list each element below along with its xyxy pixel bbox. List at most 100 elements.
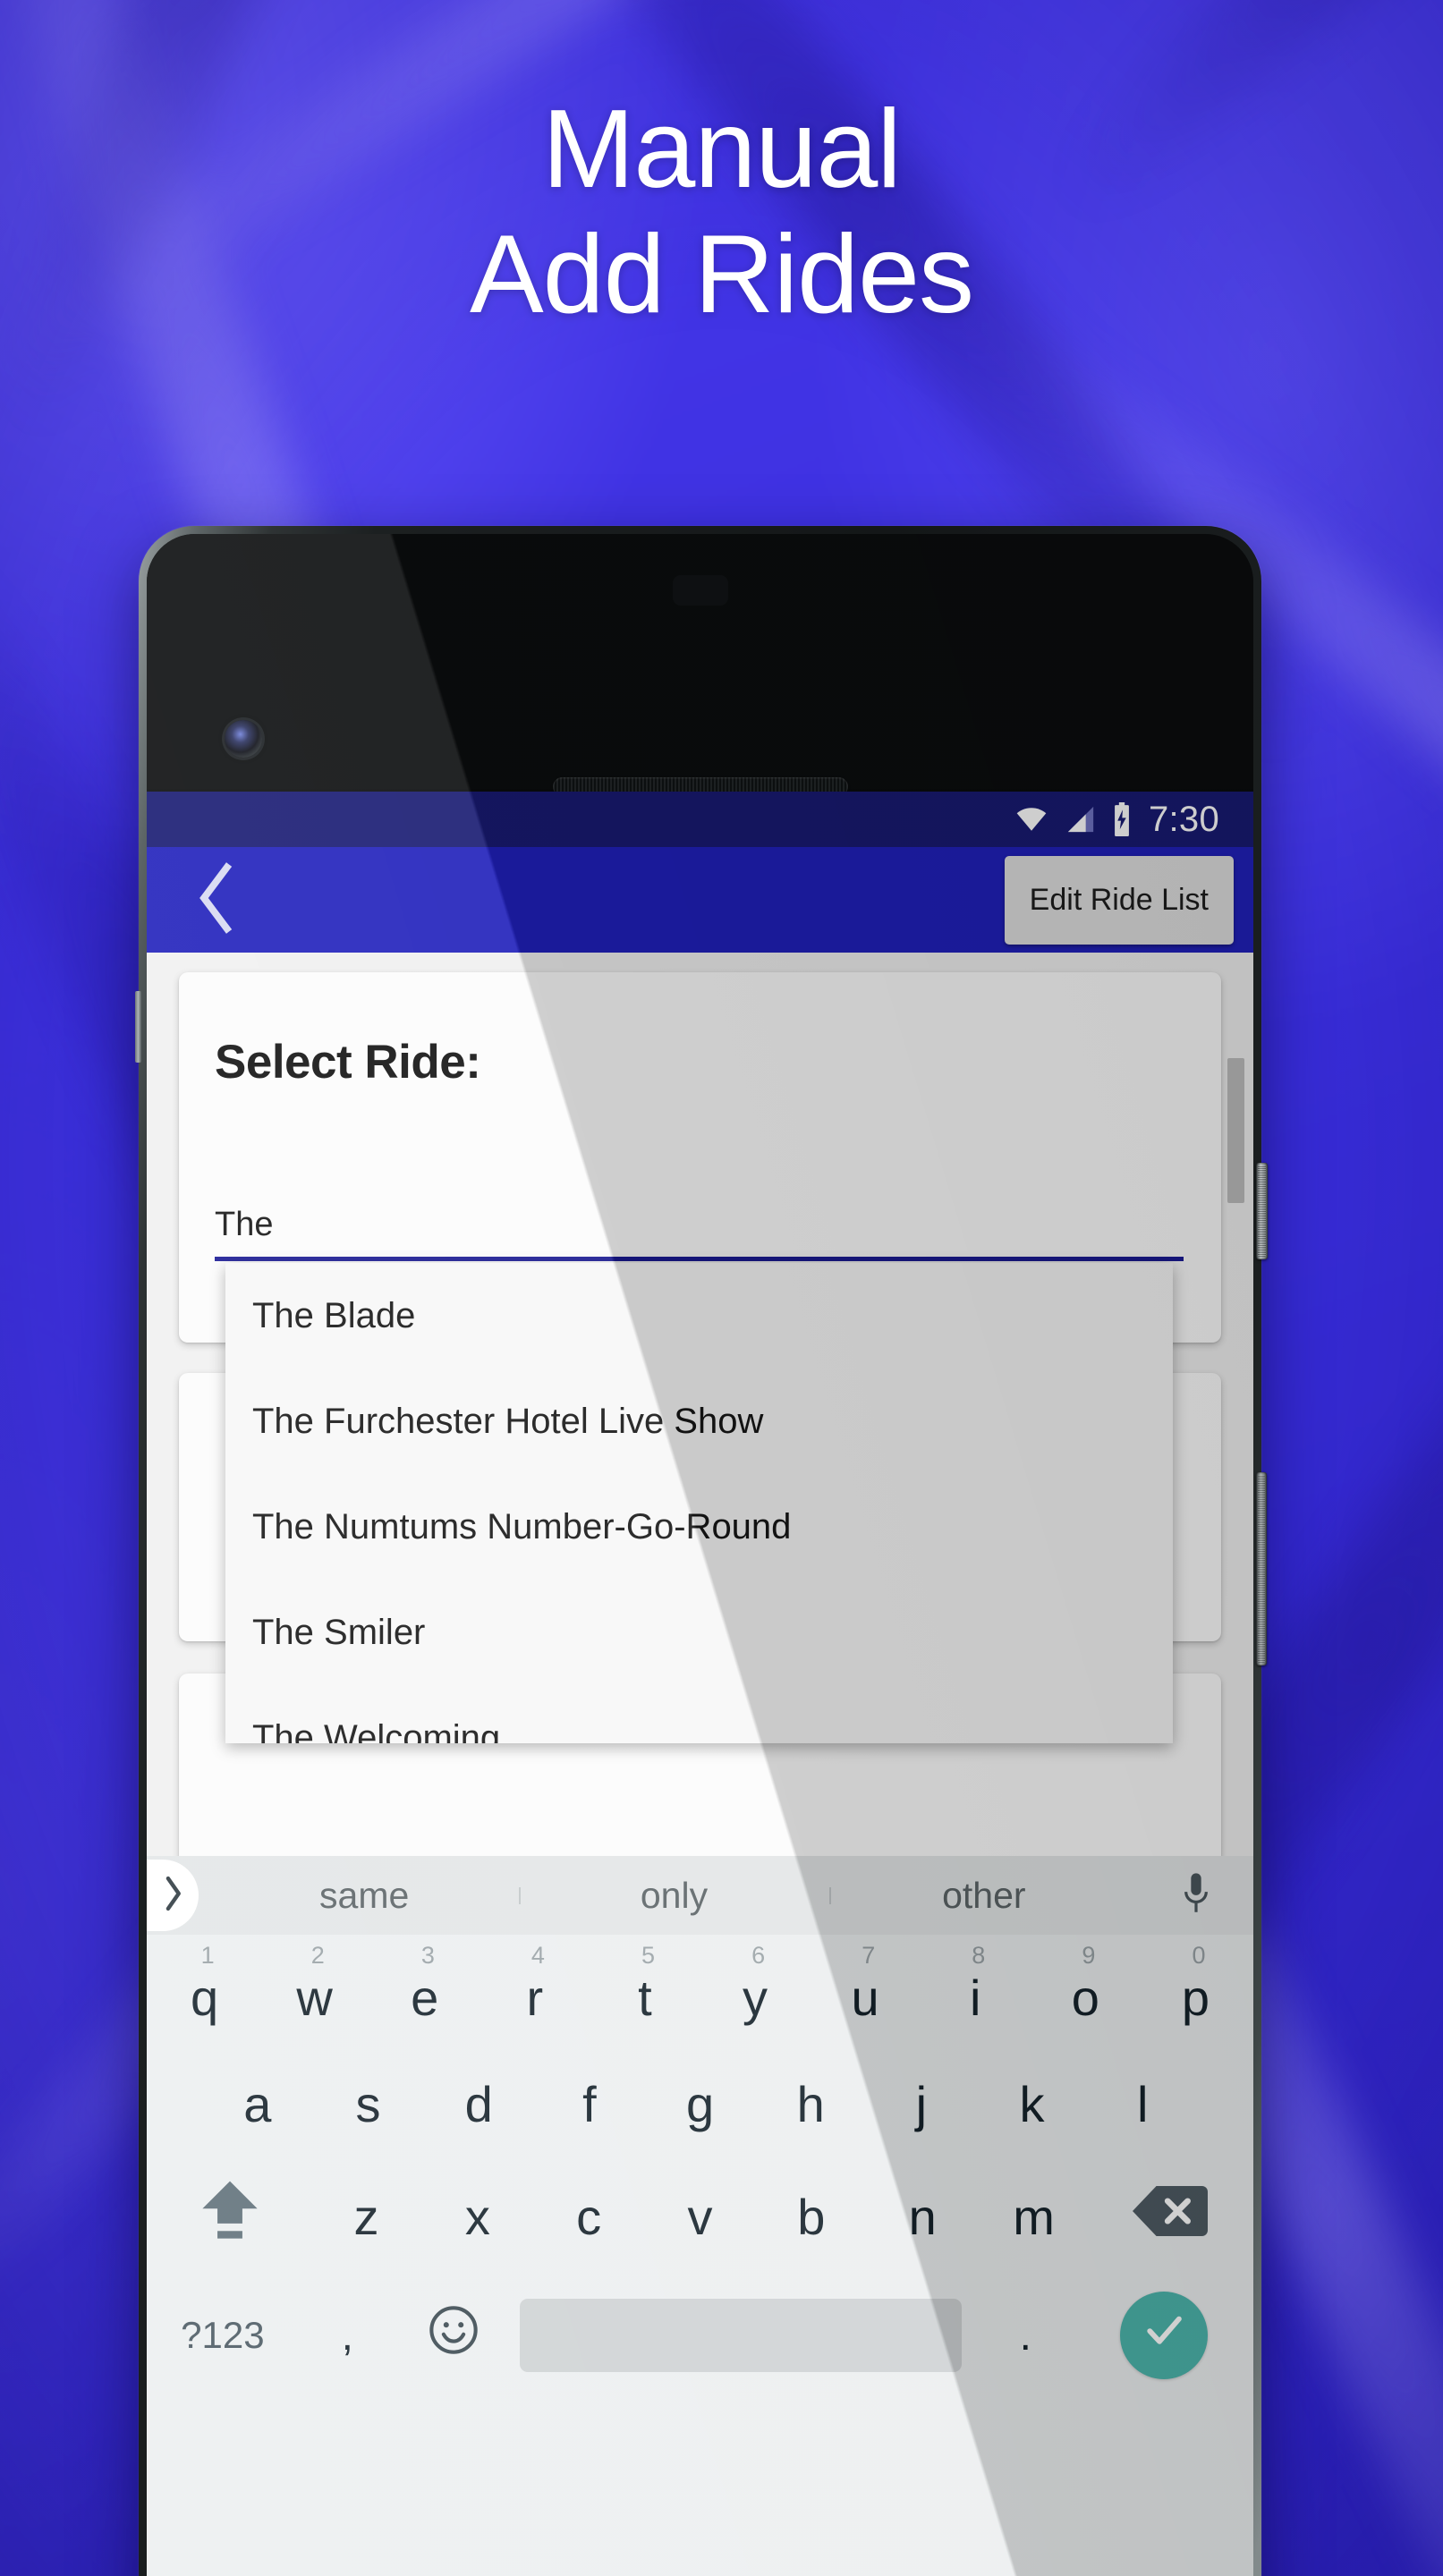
key-h[interactable]: h — [755, 2047, 866, 2160]
key-g[interactable]: g — [645, 2047, 756, 2160]
emoji-smiley-icon — [428, 2304, 480, 2368]
microphone-icon — [1181, 1871, 1211, 1920]
list-item[interactable]: The Welcoming — [225, 1685, 1173, 1744]
key-a-label: a — [243, 2075, 272, 2132]
edit-ride-list-button[interactable]: Edit Ride List — [1004, 855, 1234, 945]
key-l[interactable]: l — [1087, 2047, 1198, 2160]
voice-input-button[interactable] — [1139, 1871, 1253, 1920]
suggestion-chip[interactable]: only — [519, 1875, 828, 1917]
app-bar: Edit Ride List — [147, 847, 1253, 953]
key-t-label: t — [638, 1969, 652, 2026]
key-v-label: v — [687, 2188, 713, 2245]
suggestion-bar: same only other — [147, 1856, 1253, 1935]
ride-name-input[interactable]: The — [215, 1206, 1184, 1261]
comma-key[interactable]: , — [296, 2273, 399, 2398]
dropdown-scrollbar[interactable] — [1227, 1058, 1244, 1203]
key-m-label: m — [1013, 2188, 1055, 2245]
key-c-label: c — [576, 2188, 602, 2245]
key-d[interactable]: d — [423, 2047, 534, 2160]
key-p[interactable]: 0p — [1141, 1935, 1251, 2047]
key-l-label: l — [1136, 2075, 1149, 2132]
period-key[interactable]: . — [974, 2273, 1077, 2398]
key-e[interactable]: 3e — [369, 1935, 480, 2047]
suggestion-chip[interactable]: other — [828, 1875, 1139, 1917]
key-y-label: y — [743, 1969, 768, 2026]
chevron-right-icon — [161, 1874, 184, 1918]
key-r[interactable]: 4r — [480, 1935, 590, 2047]
page-title: Manual Add Rides — [0, 94, 1443, 330]
shift-arrow-icon — [197, 2176, 263, 2258]
wifi-icon — [1012, 804, 1051, 835]
key-u-label: u — [851, 1969, 879, 2026]
ride-name-input-value: The — [215, 1206, 274, 1243]
key-t[interactable]: 5t — [590, 1935, 700, 2047]
key-o-number: 9 — [1082, 1942, 1096, 1969]
key-f-label: f — [582, 2075, 597, 2132]
key-y[interactable]: 6y — [700, 1935, 810, 2047]
key-u-number: 7 — [862, 1942, 876, 1969]
enter-key[interactable] — [1077, 2273, 1251, 2398]
cell-signal-icon — [1063, 804, 1099, 835]
shift-key[interactable] — [149, 2160, 310, 2273]
volume-rocker-button[interactable] — [1256, 1472, 1267, 1665]
key-w-label: w — [296, 1969, 333, 2026]
key-f[interactable]: f — [534, 2047, 645, 2160]
on-screen-keyboard: same only other 1 q 2 w 3 e 4 r 5 t 6 y … — [147, 1856, 1253, 2576]
key-k-label: k — [1019, 2075, 1045, 2132]
symbols-key[interactable]: ?123 — [149, 2273, 296, 2398]
list-item[interactable]: The Smiler — [225, 1580, 1173, 1685]
back-button[interactable] — [182, 861, 252, 938]
key-s-label: s — [355, 2075, 381, 2132]
key-b[interactable]: b — [756, 2160, 867, 2273]
key-j[interactable]: j — [866, 2047, 977, 2160]
battery-charging-icon — [1110, 802, 1133, 836]
key-i-label: i — [969, 1969, 981, 2026]
key-x-label: x — [464, 2188, 490, 2245]
key-q-label: q — [190, 1969, 219, 2026]
keyboard-row-4: ?123 , . — [147, 2273, 1253, 2398]
key-o[interactable]: 9o — [1031, 1935, 1141, 2047]
key-c[interactable]: c — [533, 2160, 644, 2273]
key-e-label: e — [411, 1969, 439, 2026]
expand-suggestions-button[interactable] — [147, 1860, 199, 1931]
spacebar-surface — [520, 2299, 962, 2372]
front-camera-icon — [225, 720, 262, 758]
key-w[interactable]: 2w — [259, 1935, 369, 2047]
key-o-label: o — [1071, 1969, 1099, 2026]
space-key[interactable] — [507, 2273, 974, 2398]
key-i-number: 8 — [972, 1942, 986, 1969]
key-a[interactable]: a — [202, 2047, 313, 2160]
list-item[interactable]: The Furchester Hotel Live Show — [225, 1368, 1173, 1474]
phone-left-seam — [135, 991, 141, 1063]
keyboard-row-3: z x c v b n m — [147, 2160, 1253, 2273]
key-z[interactable]: z — [310, 2160, 421, 2273]
keyboard-row-1: 1q 2w 3e 4r 5t 6y 7u 8i 9o 0p — [147, 1935, 1253, 2047]
backspace-key[interactable] — [1090, 2160, 1251, 2273]
phone-glass: 7:30 Edit Ride List Select Ride: The The… — [147, 534, 1253, 2576]
status-bar: 7:30 — [147, 792, 1253, 847]
key-d-label: d — [464, 2075, 493, 2132]
key-y-number: 6 — [751, 1942, 766, 1969]
list-item[interactable]: The Numtums Number-Go-Round — [225, 1474, 1173, 1580]
ride-autocomplete-dropdown[interactable]: The Blade The Furchester Hotel Live Show… — [225, 1263, 1173, 1743]
key-x[interactable]: x — [422, 2160, 533, 2273]
key-k[interactable]: k — [977, 2047, 1088, 2160]
key-s[interactable]: s — [313, 2047, 424, 2160]
key-n[interactable]: n — [867, 2160, 978, 2273]
key-r-number: 4 — [531, 1942, 545, 1969]
key-m[interactable]: m — [978, 2160, 1089, 2273]
key-q-number: 1 — [200, 1942, 215, 1969]
key-u[interactable]: 7u — [811, 1935, 921, 2047]
key-i[interactable]: 8i — [921, 1935, 1031, 2047]
key-w-number: 2 — [310, 1942, 325, 1969]
ride-name-input-underline — [215, 1257, 1184, 1261]
key-q[interactable]: 1q — [149, 1935, 259, 2047]
key-z-label: z — [353, 2188, 379, 2245]
list-item[interactable]: The Blade — [225, 1263, 1173, 1368]
key-v[interactable]: v — [644, 2160, 755, 2273]
key-h-label: h — [796, 2075, 825, 2132]
emoji-key[interactable] — [399, 2273, 507, 2398]
suggestion-chip[interactable]: same — [209, 1875, 519, 1917]
chevron-left-icon — [193, 860, 242, 941]
power-button[interactable] — [1256, 1163, 1268, 1259]
